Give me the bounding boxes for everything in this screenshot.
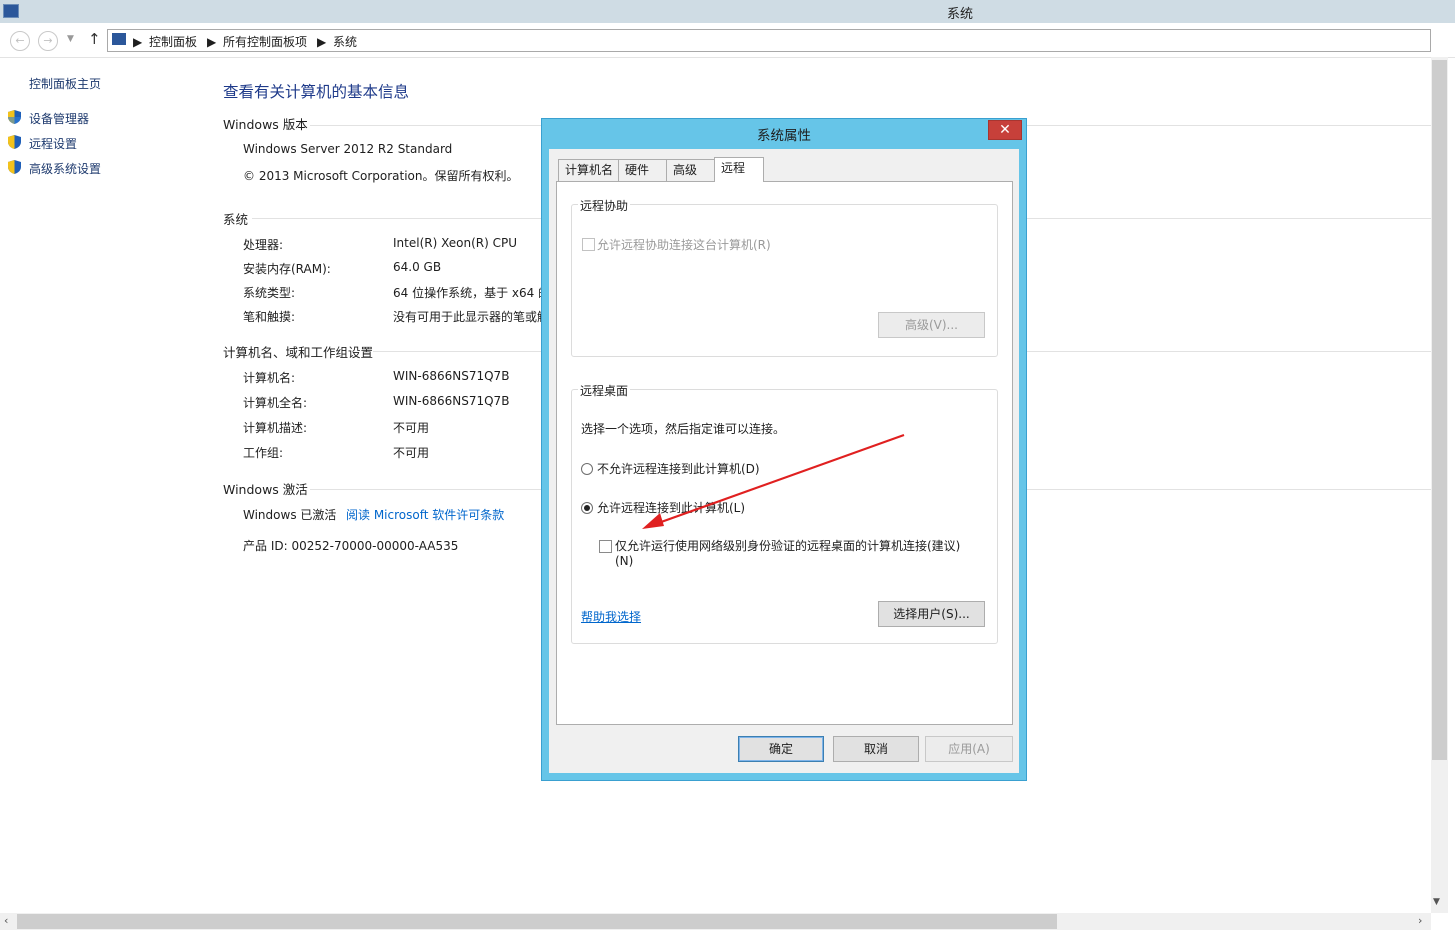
dialog-title: 系统属性 — [757, 128, 811, 144]
copyright-text: © 2013 Microsoft Corporation。保留所有权利。 — [243, 169, 519, 183]
control-panel-icon — [112, 33, 126, 45]
advanced-button[interactable]: 高级(V)... — [878, 312, 985, 338]
breadcrumb-all-items[interactable]: 所有控制面板项 — [223, 33, 307, 50]
ram-value: 64.0 GB — [393, 260, 442, 274]
page-title: 查看有关计算机的基本信息 — [223, 83, 410, 101]
computer-description-label: 计算机描述: — [243, 421, 308, 435]
back-arrow-icon[interactable]: ← — [10, 31, 30, 51]
shield-icon — [8, 110, 21, 124]
remote-desktop-title: 远程桌面 — [578, 382, 631, 399]
allow-remote-assistance-checkbox[interactable] — [582, 238, 595, 251]
up-arrow-icon[interactable]: ↑ — [88, 30, 101, 48]
breadcrumb-system[interactable]: 系统 — [333, 33, 357, 50]
ok-button[interactable]: 确定 — [738, 736, 824, 762]
scroll-down-arrow-icon[interactable]: ▼ — [1433, 897, 1440, 907]
close-icon[interactable]: ✕ — [988, 120, 1022, 140]
pen-touch-value: 没有可用于此显示器的笔或触 — [393, 310, 550, 324]
workgroup-value: 不可用 — [393, 446, 430, 460]
shield-icon — [8, 135, 21, 149]
sidebar-item-device-manager[interactable]: 设备管理器 — [29, 110, 89, 127]
apply-button[interactable]: 应用(A) — [925, 736, 1013, 762]
sidebar-item-remote-settings[interactable]: 远程设置 — [29, 135, 77, 152]
computer-name-label: 计算机名: — [243, 371, 296, 385]
breadcrumb-separator-icon[interactable]: ▶ — [317, 35, 326, 49]
horizontal-scrollbar-thumb[interactable] — [17, 914, 1057, 929]
tab-remote[interactable]: 远程 — [714, 157, 764, 182]
section-title-system: 系统 — [223, 212, 249, 227]
section-title-windows-edition: Windows 版本 — [223, 117, 308, 132]
nla-only-checkbox[interactable] — [599, 540, 612, 553]
tab-computer-name[interactable]: 计算机名 — [558, 159, 620, 181]
breadcrumb-separator-icon[interactable]: ▶ — [133, 35, 142, 49]
product-id: 产品 ID: 00252-70000-00000-AA535 — [243, 539, 459, 553]
scroll-left-arrow-icon[interactable]: ‹ — [4, 914, 8, 927]
sidebar-home-link[interactable]: 控制面板主页 — [29, 75, 101, 92]
activation-status: Windows 已激活 — [243, 508, 337, 522]
tab-advanced[interactable]: 高级 — [666, 159, 716, 181]
allow-remote-assistance-label: 允许远程协助连接这台计算机(R) — [597, 238, 771, 252]
help-me-choose-link[interactable]: 帮助我选择 — [581, 608, 641, 625]
remote-assistance-title: 远程协助 — [578, 197, 631, 214]
windows-edition-value: Windows Server 2012 R2 Standard — [243, 142, 453, 156]
address-bar[interactable]: ▶ 控制面板 ▶ 所有控制面板项 ▶ 系统 — [107, 29, 1431, 52]
allow-remote-radio[interactable] — [581, 502, 593, 514]
recent-dropdown-icon[interactable]: ▼ — [67, 34, 74, 44]
full-computer-name-label: 计算机全名: — [243, 396, 308, 410]
license-terms-link[interactable]: 阅读 Microsoft 软件许可条款 — [346, 506, 504, 523]
scroll-right-arrow-icon[interactable]: › — [1418, 914, 1422, 927]
processor-value: Intel(R) Xeon(R) CPU — [393, 236, 518, 250]
breadcrumb-control-panel[interactable]: 控制面板 — [149, 33, 197, 50]
system-type-label: 系统类型: — [243, 286, 296, 300]
section-title-activation: Windows 激活 — [223, 482, 308, 497]
breadcrumb-separator-icon[interactable]: ▶ — [207, 35, 216, 49]
system-type-value: 64 位操作系统，基于 x64 的 — [393, 286, 551, 300]
nla-only-label-line2: (N) — [615, 554, 634, 568]
deny-remote-radio[interactable] — [581, 463, 593, 475]
workgroup-label: 工作组: — [243, 446, 284, 460]
full-computer-name-value: WIN-6866NS71Q7B — [393, 394, 510, 408]
tab-hardware[interactable]: 硬件 — [618, 159, 668, 181]
select-users-button[interactable]: 选择用户(S)... — [878, 601, 985, 627]
section-title-computer-name: 计算机名、域和工作组设置 — [223, 345, 374, 360]
computer-name-value: WIN-6866NS71Q7B — [393, 369, 510, 383]
shield-icon — [8, 160, 21, 174]
vertical-scrollbar-thumb[interactable] — [1432, 60, 1447, 760]
window-title: 系统 — [946, 7, 973, 22]
computer-description-value: 不可用 — [393, 421, 430, 435]
processor-label: 处理器: — [243, 238, 284, 252]
navigation-bar: ← → ▼ ↑ ▶ 控制面板 ▶ 所有控制面板项 ▶ 系统 — [0, 23, 1455, 58]
ram-label: 安装内存(RAM): — [243, 262, 331, 276]
forward-arrow-icon[interactable]: → — [38, 31, 58, 51]
window-titlebar: 系统 — [0, 0, 1455, 23]
cancel-button[interactable]: 取消 — [833, 736, 919, 762]
pen-touch-label: 笔和触摸: — [243, 310, 296, 324]
annotation-arrow-icon — [642, 433, 905, 529]
sidebar-item-advanced-system-settings[interactable]: 高级系统设置 — [29, 160, 101, 177]
